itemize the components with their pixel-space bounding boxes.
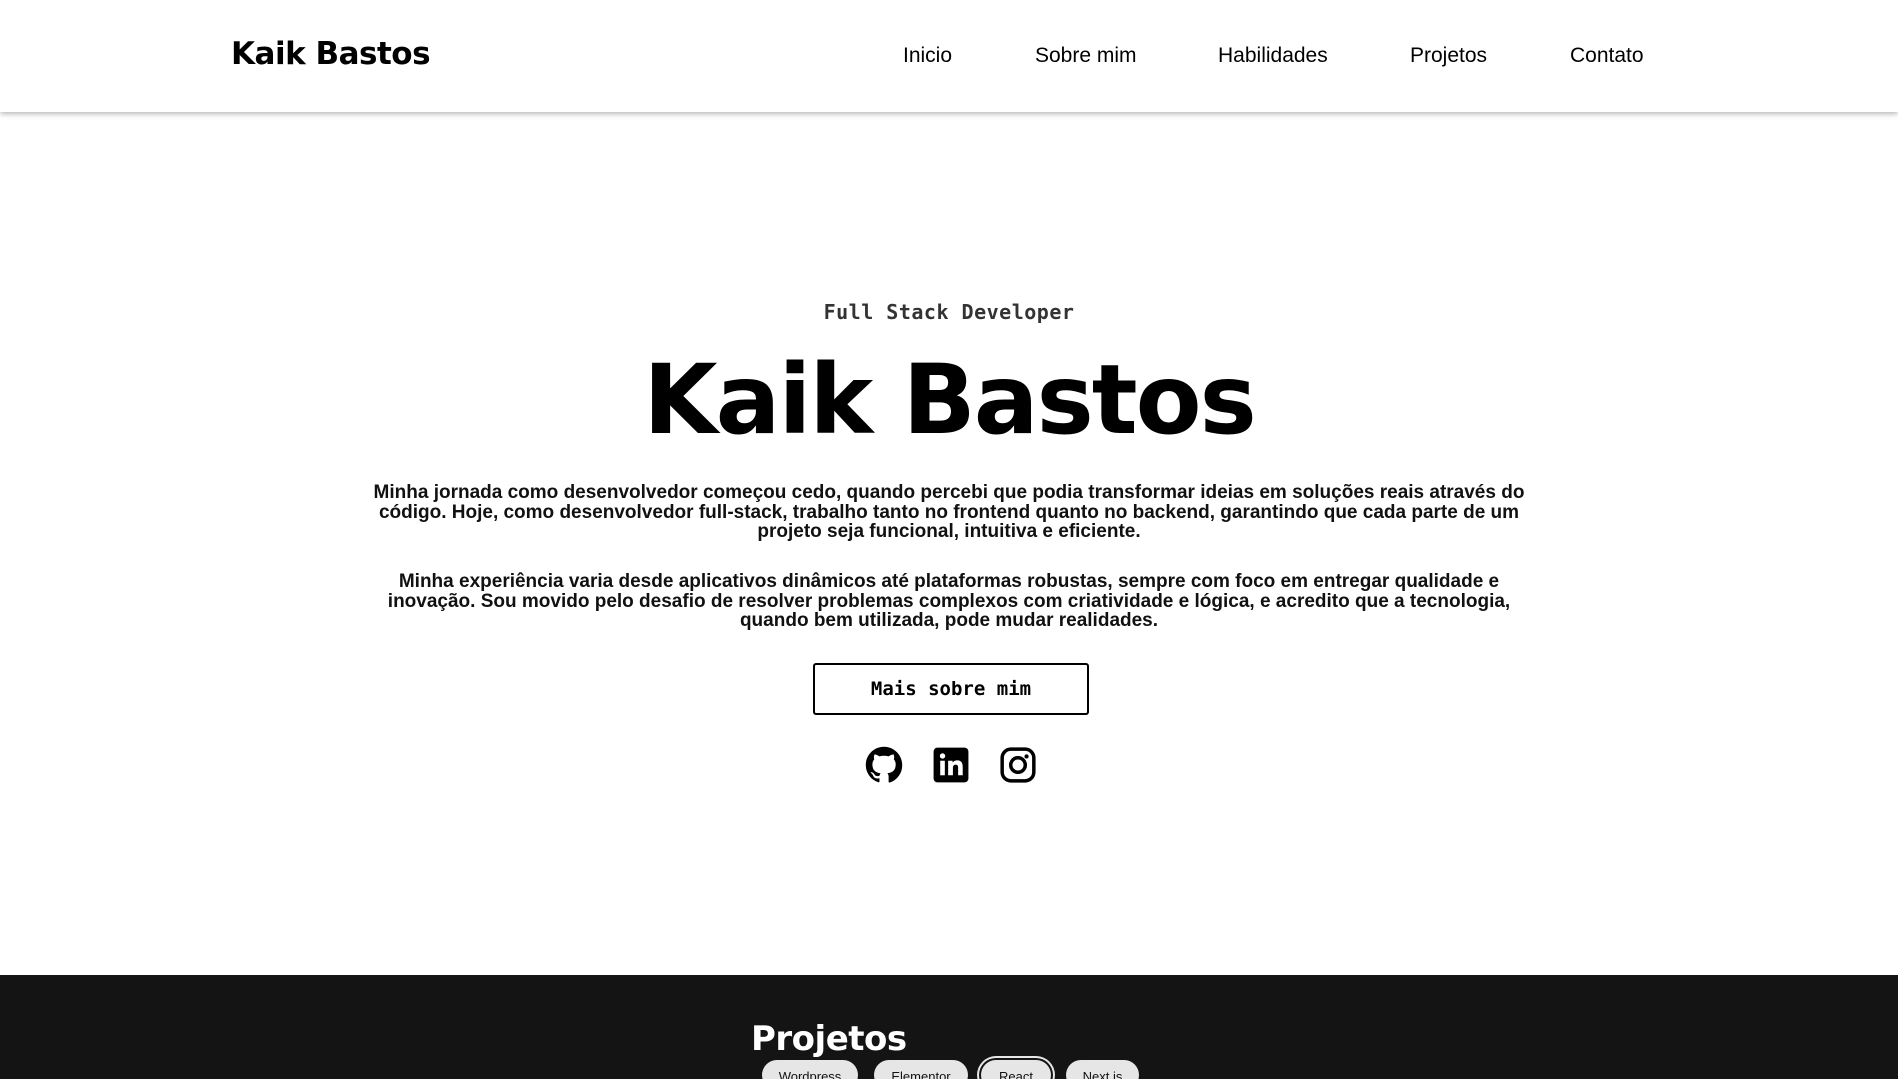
filter-chip-elementor[interactable]: Elementor: [874, 1060, 968, 1079]
navbar: Kaik Bastos Inicio Sobre mim Habilidades…: [0, 0, 1898, 112]
hero-title: Kaik Bastos: [643, 344, 1256, 456]
filter-chip-nextjs[interactable]: Next.js: [1066, 1060, 1139, 1079]
nav-link-sobre-mim[interactable]: Sobre mim: [1035, 44, 1137, 68]
projects-title: Projetos: [751, 1019, 907, 1059]
social-links: [0, 746, 1898, 786]
hero-bio-paragraph: Minha experiência varia desde aplicativo…: [387, 571, 1511, 631]
github-icon[interactable]: [865, 746, 903, 784]
nav-link-projetos[interactable]: Projetos: [1410, 44, 1487, 68]
filter-chip-react[interactable]: React: [981, 1060, 1051, 1079]
nav-link-habilidades[interactable]: Habilidades: [1218, 44, 1328, 68]
hero-section: Full Stack Developer Kaik Bastos Minha j…: [0, 112, 1898, 975]
hero-role: Full Stack Developer: [823, 300, 1075, 324]
filter-chip-wordpress[interactable]: Wordpress: [762, 1060, 858, 1079]
nav-link-contato[interactable]: Contato: [1570, 44, 1644, 68]
projects-section: Projetos Wordpress Elementor React Next.…: [0, 975, 1898, 1079]
more-about-me-button[interactable]: Mais sobre mim: [813, 663, 1089, 715]
nav-link-inicio[interactable]: Inicio: [903, 44, 952, 68]
hero-bio-paragraph: Minha jornada como desenvolvedor começou…: [373, 482, 1525, 542]
project-filters: Wordpress Elementor React Next.js: [0, 1060, 1898, 1079]
instagram-icon[interactable]: [999, 746, 1037, 784]
nav-menu: Inicio Sobre mim Habilidades Projetos Co…: [0, 44, 1898, 74]
linkedin-icon[interactable]: [932, 746, 970, 784]
